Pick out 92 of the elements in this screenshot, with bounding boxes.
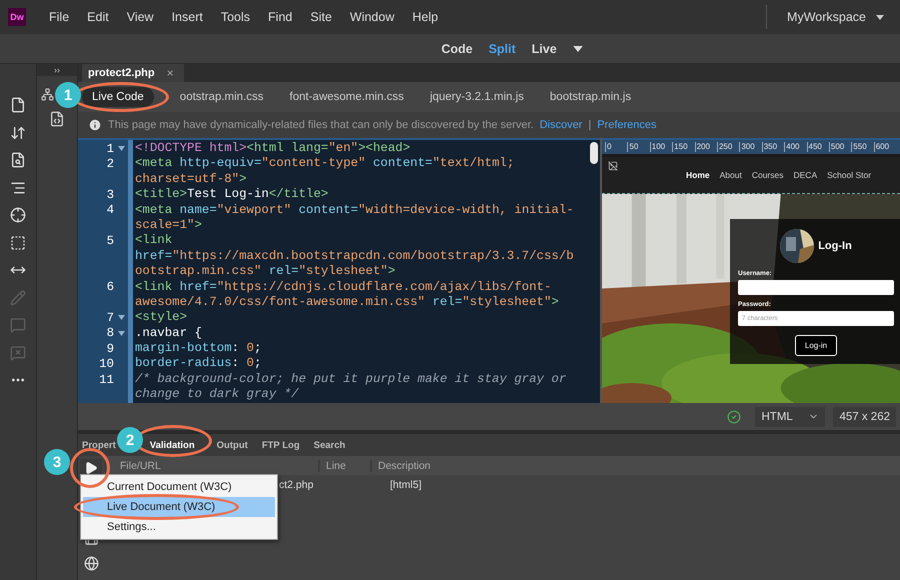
code-line: border-radius: 0; [135, 356, 262, 372]
fold-icon[interactable] [118, 146, 124, 152]
preferences-link[interactable]: Preferences [597, 119, 657, 131]
code-line: <style> [135, 310, 188, 326]
line-number: 7 [106, 310, 114, 325]
fold-icon[interactable] [118, 315, 124, 320]
related-file-tab[interactable]: ootstrap.min.css [180, 87, 264, 107]
code-line: <meta name="viewport" content="width=device-width, initial- [135, 202, 575, 218]
table-cell-text: ct2.php [278, 479, 314, 491]
menu-option[interactable]: Live Document (W3C) [83, 497, 275, 517]
crosshair-icon[interactable] [10, 207, 26, 223]
line-number: 1 [106, 142, 114, 156]
line-number: 3 [106, 188, 114, 202]
code-line: <meta http-equiv="content-type" content="text/html; [135, 156, 516, 172]
menu-item[interactable]: Edit [80, 8, 116, 26]
dashed-square-icon[interactable] [10, 234, 26, 250]
caret-icon[interactable] [572, 46, 583, 52]
menu-item[interactable]: Window [342, 8, 402, 26]
file-icon[interactable] [10, 97, 26, 113]
info-message: This page may have dynamically-related files that can only be discovered by the server. [108, 119, 534, 131]
line-number: 10 [99, 357, 114, 372]
panel-tab[interactable]: Validation [150, 440, 195, 450]
code-line: charset=utf-8"> [135, 172, 248, 188]
code-line: href="https://maxcdn.bootstrapcdn.com/bootstrap/3.3.7/css/b [135, 248, 575, 264]
close-icon[interactable]: × [166, 66, 174, 80]
document-preview-icon[interactable] [10, 152, 26, 168]
code-line: margin-bottom: 0; [135, 341, 262, 356]
link-separator: | [588, 119, 592, 131]
panel-tab[interactable]: FTP Log [262, 440, 300, 450]
workspace-menu[interactable]: MyWorkspace [781, 8, 872, 26]
site-structure-icon[interactable] [41, 88, 54, 101]
line-number: 2 [106, 157, 114, 172]
code-line: <link [135, 233, 174, 249]
nav-link[interactable]: Home [686, 170, 710, 180]
fold-icon[interactable] [118, 330, 124, 336]
collapse-toggle[interactable]: ›› [37, 64, 77, 76]
view-mode-tab[interactable]: Code [441, 42, 473, 56]
line-number: 4 [106, 203, 114, 218]
app-logo: Dw [8, 8, 26, 26]
code-line: scale=1"> [135, 218, 203, 234]
sort-icon[interactable] [10, 124, 26, 140]
nav-link[interactable]: School Stor [827, 170, 872, 180]
globe-icon[interactable] [84, 556, 98, 571]
menu-item[interactable]: Find [261, 8, 300, 26]
view-mode-tab[interactable]: Split [488, 42, 516, 56]
panel-tab[interactable]: Output [216, 440, 248, 450]
align-icon[interactable] [10, 180, 26, 196]
menu-option[interactable]: Current Document (W3C) [83, 477, 275, 497]
menu-item[interactable]: Help [405, 8, 446, 26]
code-line: awesome/4.7.0/css/font-awesome.min.css" rel="stylesheet"> [135, 294, 560, 310]
menu-item[interactable]: View [120, 8, 161, 26]
line-number: 8 [106, 326, 114, 340]
ruler: 0 50 100 150 200 250 300 350 400 450 500 550 600 [602, 140, 900, 154]
menu-item[interactable]: Tools [214, 8, 258, 26]
broken-image-icon [608, 161, 618, 171]
code-file-icon[interactable] [49, 111, 65, 127]
code-line: <title>Test Log-in</title> [135, 187, 330, 203]
related-file-tab[interactable]: jquery-3.2.1.min.js [430, 87, 524, 107]
code-line: change to dark gray */ [135, 387, 300, 403]
code-line: .navbar { [135, 326, 203, 342]
nav-link[interactable]: About [720, 170, 742, 180]
panel-tab[interactable]: Propert [82, 440, 116, 450]
related-file-tab[interactable]: Live Code [82, 87, 154, 107]
document-tab[interactable]: protect2.php × [82, 64, 184, 82]
menu-option[interactable]: Settings... [83, 517, 275, 537]
line-number: 5 [106, 234, 114, 248]
column-header: File/URL [104, 460, 318, 472]
related-file-tab[interactable]: bootstrap.min.js [550, 87, 632, 107]
table-cell-text: [html5] [389, 479, 423, 491]
nav-link[interactable]: Courses [752, 170, 784, 180]
code-line: <link href="https://cdnjs.cloudflare.com/ajax/libs/font- [135, 280, 552, 295]
caret-icon [876, 14, 884, 20]
code-line: /* background-color; he put it purple make it stay gray or [135, 372, 568, 388]
line-number: 11 [99, 372, 114, 387]
column-header: Line [318, 460, 370, 472]
menu-item[interactable]: File [42, 8, 76, 26]
menu-item[interactable]: Site [303, 8, 339, 26]
document-type-dropdown[interactable]: HTML [755, 406, 826, 426]
window-size[interactable]: 457 x 262 [833, 406, 896, 426]
line-number: 6 [106, 280, 114, 294]
discover-link[interactable]: Discover [540, 119, 582, 131]
info-icon [88, 118, 102, 132]
code-line: <!DOCTYPE html><html lang="en"><head> [135, 141, 412, 156]
nav-link[interactable]: DECA [794, 170, 818, 180]
code-line: ootstrap.min.css" rel="stylesheet"> [135, 264, 396, 280]
related-file-tab[interactable]: font-awesome.min.css [290, 87, 404, 107]
view-mode-tab[interactable]: Live [532, 42, 557, 56]
scrollbar[interactable] [590, 142, 598, 164]
line-number: 9 [106, 342, 114, 356]
menu-item[interactable]: Insert [164, 8, 210, 26]
panel-tab[interactable]: Search [314, 440, 346, 450]
column-header: Description [370, 460, 570, 472]
